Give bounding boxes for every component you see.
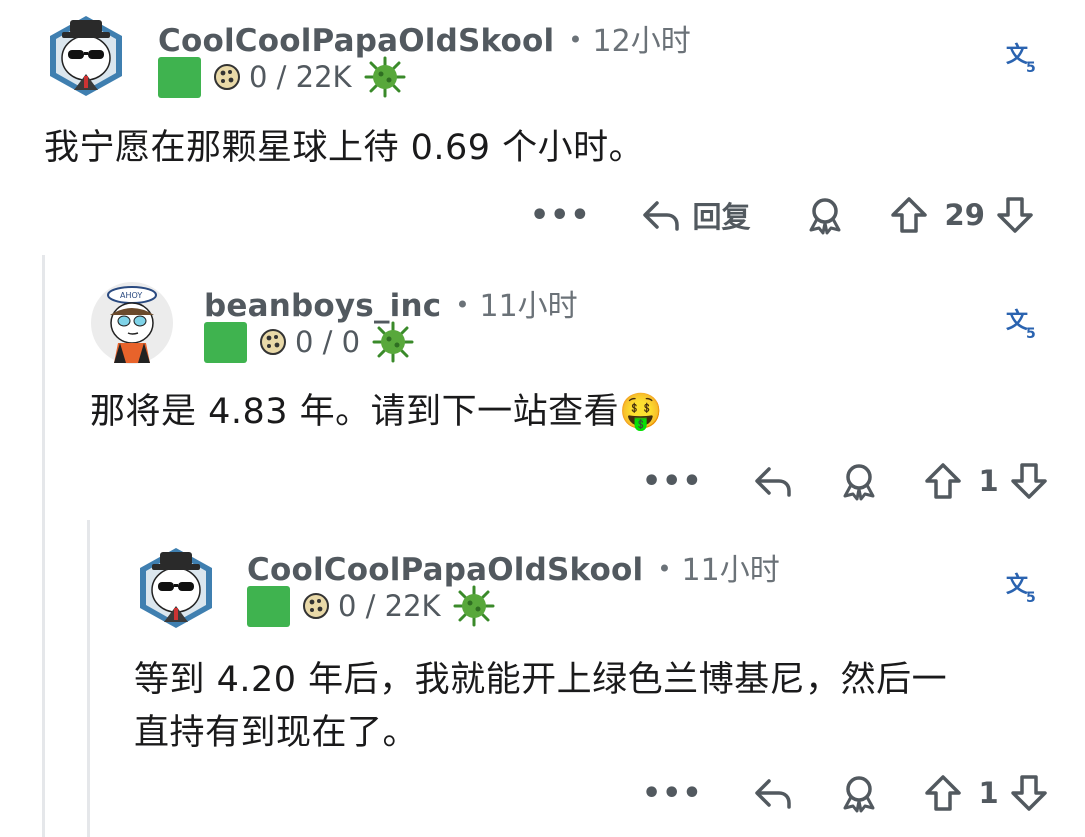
downvote-button[interactable]: [1009, 461, 1049, 501]
timestamp: 12小时: [592, 24, 691, 59]
comment-body-line-2: 直持有到现在了。: [134, 713, 419, 753]
money-mouth-emoji: 🤑: [619, 392, 664, 432]
reply-arrow-icon: [754, 467, 791, 497]
comment-header: CoolCoolPapaOldSkool • 12小时: [158, 16, 691, 60]
virus-icon: [453, 585, 495, 627]
action-bar: ••• 回复 29: [530, 190, 1035, 240]
comment-body: 那将是 4.83 年。请到下一站查看🤑: [90, 386, 663, 439]
avatar-image: [50, 16, 122, 96]
svg-text:5: 5: [1026, 326, 1036, 342]
downvote-arrow-icon: [1010, 775, 1047, 811]
award-button[interactable]: [839, 773, 879, 813]
reply-label: 回复: [692, 200, 751, 234]
comment-body-text: 那将是 4.83 年。请到下一站查看: [90, 392, 620, 432]
svg-text:5: 5: [1026, 60, 1036, 76]
avatar[interactable]: AHOY: [90, 281, 174, 365]
upvote-button[interactable]: [889, 195, 929, 235]
user-flair: 0 / 22K: [158, 56, 406, 98]
user-flair: 0 / 0: [204, 321, 414, 363]
avatar-image: AHOY: [91, 282, 173, 364]
translate-icon[interactable]: 文 5: [1004, 306, 1040, 342]
vote-score: 1: [978, 776, 999, 810]
upvote-arrow-icon: [924, 775, 961, 811]
username[interactable]: beanboys_inc: [204, 288, 441, 324]
thread-line-level-1[interactable]: [42, 255, 45, 837]
translate-icon[interactable]: 文 5: [1004, 570, 1040, 606]
flair-text: 0 / 22K: [249, 60, 352, 94]
vote-score: 29: [944, 198, 985, 232]
flair-text: 0 / 0: [295, 325, 361, 359]
comment-body-line-1: 等到 4.20 年后，我就能开上绿色兰博基尼，然后一: [134, 660, 948, 700]
reply-button[interactable]: [753, 461, 793, 501]
flair-green-square: [247, 585, 290, 627]
vote-score: 1: [978, 464, 999, 498]
separator-dot: •: [657, 555, 672, 583]
more-options-button[interactable]: •••: [530, 198, 591, 233]
avatar[interactable]: [134, 546, 218, 630]
comment-body: 我宁愿在那颗星球上待 0.69 个小时。: [44, 128, 645, 168]
flair-green-square: [158, 56, 201, 98]
reply-arrow-icon: [642, 201, 679, 231]
more-options-button[interactable]: •••: [642, 464, 703, 499]
svg-text:AHOY: AHOY: [120, 291, 142, 300]
award-button[interactable]: [839, 461, 879, 501]
flair-text: 0 / 22K: [338, 589, 441, 623]
timestamp: 11小时: [479, 289, 578, 324]
reply-button[interactable]: [753, 773, 793, 813]
avatar-image: [140, 548, 212, 628]
reply-arrow-icon: [754, 779, 791, 809]
comment-header: beanboys_inc • 11小时: [204, 281, 578, 325]
downvote-arrow-icon: [1010, 463, 1047, 499]
action-bar: ••• 1: [642, 456, 1049, 506]
upvote-button[interactable]: [923, 773, 963, 813]
downvote-button[interactable]: [1009, 773, 1049, 813]
award-icon: [843, 464, 875, 501]
timestamp: 11小时: [681, 553, 780, 588]
separator-dot: •: [455, 291, 470, 319]
upvote-arrow-icon: [924, 463, 961, 499]
cookie-coin-icon: [303, 593, 329, 619]
downvote-arrow-icon: [997, 197, 1033, 233]
virus-icon: [372, 321, 414, 363]
cookie-coin-icon: [214, 64, 240, 90]
award-button[interactable]: [805, 195, 845, 235]
cookie-coin-icon: [260, 329, 286, 355]
award-icon: [843, 776, 875, 813]
user-flair: 0 / 22K: [247, 585, 495, 627]
username[interactable]: CoolCoolPapaOldSkool: [158, 23, 554, 59]
virus-icon: [364, 56, 406, 98]
username[interactable]: CoolCoolPapaOldSkool: [247, 552, 643, 588]
flair-green-square: [204, 321, 247, 363]
upvote-arrow-icon: [890, 197, 927, 233]
avatar[interactable]: [44, 14, 128, 98]
award-icon: [809, 198, 841, 235]
comment-body: 等到 4.20 年后，我就能开上绿色兰博基尼，然后一 直持有到现在了。: [134, 654, 947, 760]
translate-icon[interactable]: 文 5: [1004, 40, 1040, 76]
separator-dot: •: [568, 26, 583, 54]
action-bar: ••• 1: [642, 768, 1049, 818]
upvote-button[interactable]: [923, 461, 963, 501]
reply-button[interactable]: 回复: [641, 194, 751, 236]
svg-text:5: 5: [1026, 590, 1036, 606]
downvote-button[interactable]: [995, 195, 1035, 235]
more-options-button[interactable]: •••: [642, 776, 703, 811]
thread-line-level-2[interactable]: [87, 520, 90, 837]
comment-header: CoolCoolPapaOldSkool • 11小时: [247, 545, 780, 589]
